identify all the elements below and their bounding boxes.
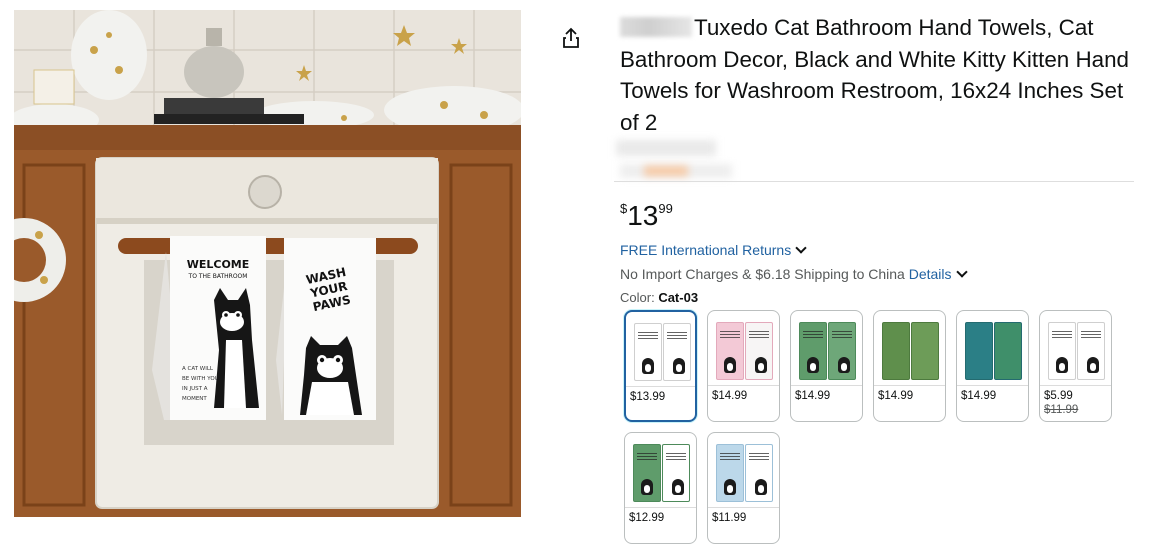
towel1-foot-3: IN JUST A: [182, 386, 208, 392]
swatch-thumbnail: [878, 316, 941, 382]
swatch-green[interactable]: $14.99: [790, 310, 863, 422]
towel1-foot-1: A CAT WILL: [182, 366, 214, 372]
rating-blurred[interactable]: [616, 140, 736, 180]
shipping-text: No Import Charges & $6.18 Shipping to Ch…: [620, 266, 905, 282]
divider: [614, 181, 1134, 182]
chevron-down-icon: [955, 266, 968, 278]
swatch-pink[interactable]: $14.99: [707, 310, 780, 422]
price-fraction: 99: [658, 201, 673, 216]
swatch-list-price: $11.99: [1044, 404, 1079, 416]
swatch-thumbnail: [961, 316, 1024, 382]
brand-name-blurred[interactable]: [620, 17, 692, 37]
swatch-white-walking[interactable]: $5.99 $11.99: [1039, 310, 1112, 422]
swatch-white[interactable]: $13.99: [624, 310, 697, 422]
swatch-thumbnail: [712, 316, 775, 382]
chevron-down-icon: [795, 242, 807, 254]
swatch-price: $14.99: [878, 390, 914, 402]
swatch-thumbnail: [795, 316, 858, 382]
towel1-foot-4: MOMENT: [182, 396, 207, 402]
variant-label-text: Color:: [620, 290, 655, 305]
swatch-thumbnail: [629, 438, 692, 504]
color-swatches: $13.99 $14.99 $14.99 $14.99 $14.99 $5.99 $11.9…: [624, 310, 1124, 544]
swatch-price: $14.99: [795, 390, 831, 402]
swatch-price: $5.99: [1044, 390, 1073, 402]
details-link[interactable]: Details: [908, 266, 968, 282]
details-label: Details: [908, 266, 952, 282]
towel1-foot-2: BE WITH YOU: [182, 376, 219, 382]
swatch-price: $14.99: [961, 390, 997, 402]
swatch-blue[interactable]: $11.99: [707, 432, 780, 544]
towel1-heading: WELCOME: [187, 258, 250, 271]
shipping-info: No Import Charges & $6.18 Shipping to Ch…: [620, 266, 968, 282]
variant-selected: Cat-03: [658, 290, 699, 305]
swatch-thumbnail: [1044, 316, 1107, 382]
swatch-thumbnail: [712, 438, 775, 504]
share-button[interactable]: [560, 27, 582, 49]
swatch-price: $14.99: [712, 390, 748, 402]
variant-label: Color: Cat-03: [620, 290, 698, 305]
product-title-text: Tuxedo Cat Bathroom Hand Towels, Cat Bat…: [620, 15, 1130, 135]
swatch-thumbnail: [630, 317, 693, 383]
product-title: Tuxedo Cat Bathroom Hand Towels, Cat Bat…: [620, 12, 1140, 138]
price: $1399: [620, 200, 673, 232]
price-whole: 13: [627, 200, 659, 231]
price-symbol: $: [620, 201, 628, 216]
returns-link[interactable]: FREE International Returns: [620, 242, 807, 258]
swatch-price: $13.99: [630, 391, 666, 403]
product-main-image[interactable]: WELCOME TO THE BATHROOM A CAT WILL BE WI…: [14, 10, 521, 517]
returns-label: FREE International Returns: [620, 242, 792, 258]
swatch-green-pattern[interactable]: $14.99: [873, 310, 946, 422]
swatch-teal-pattern[interactable]: $14.99: [956, 310, 1029, 422]
swatch-green-wash[interactable]: $12.99: [624, 432, 697, 544]
share-icon: [563, 27, 579, 48]
swatch-price: $11.99: [712, 512, 747, 524]
swatch-price: $12.99: [629, 512, 665, 524]
towel1-sub: TO THE BATHROOM: [188, 273, 248, 280]
